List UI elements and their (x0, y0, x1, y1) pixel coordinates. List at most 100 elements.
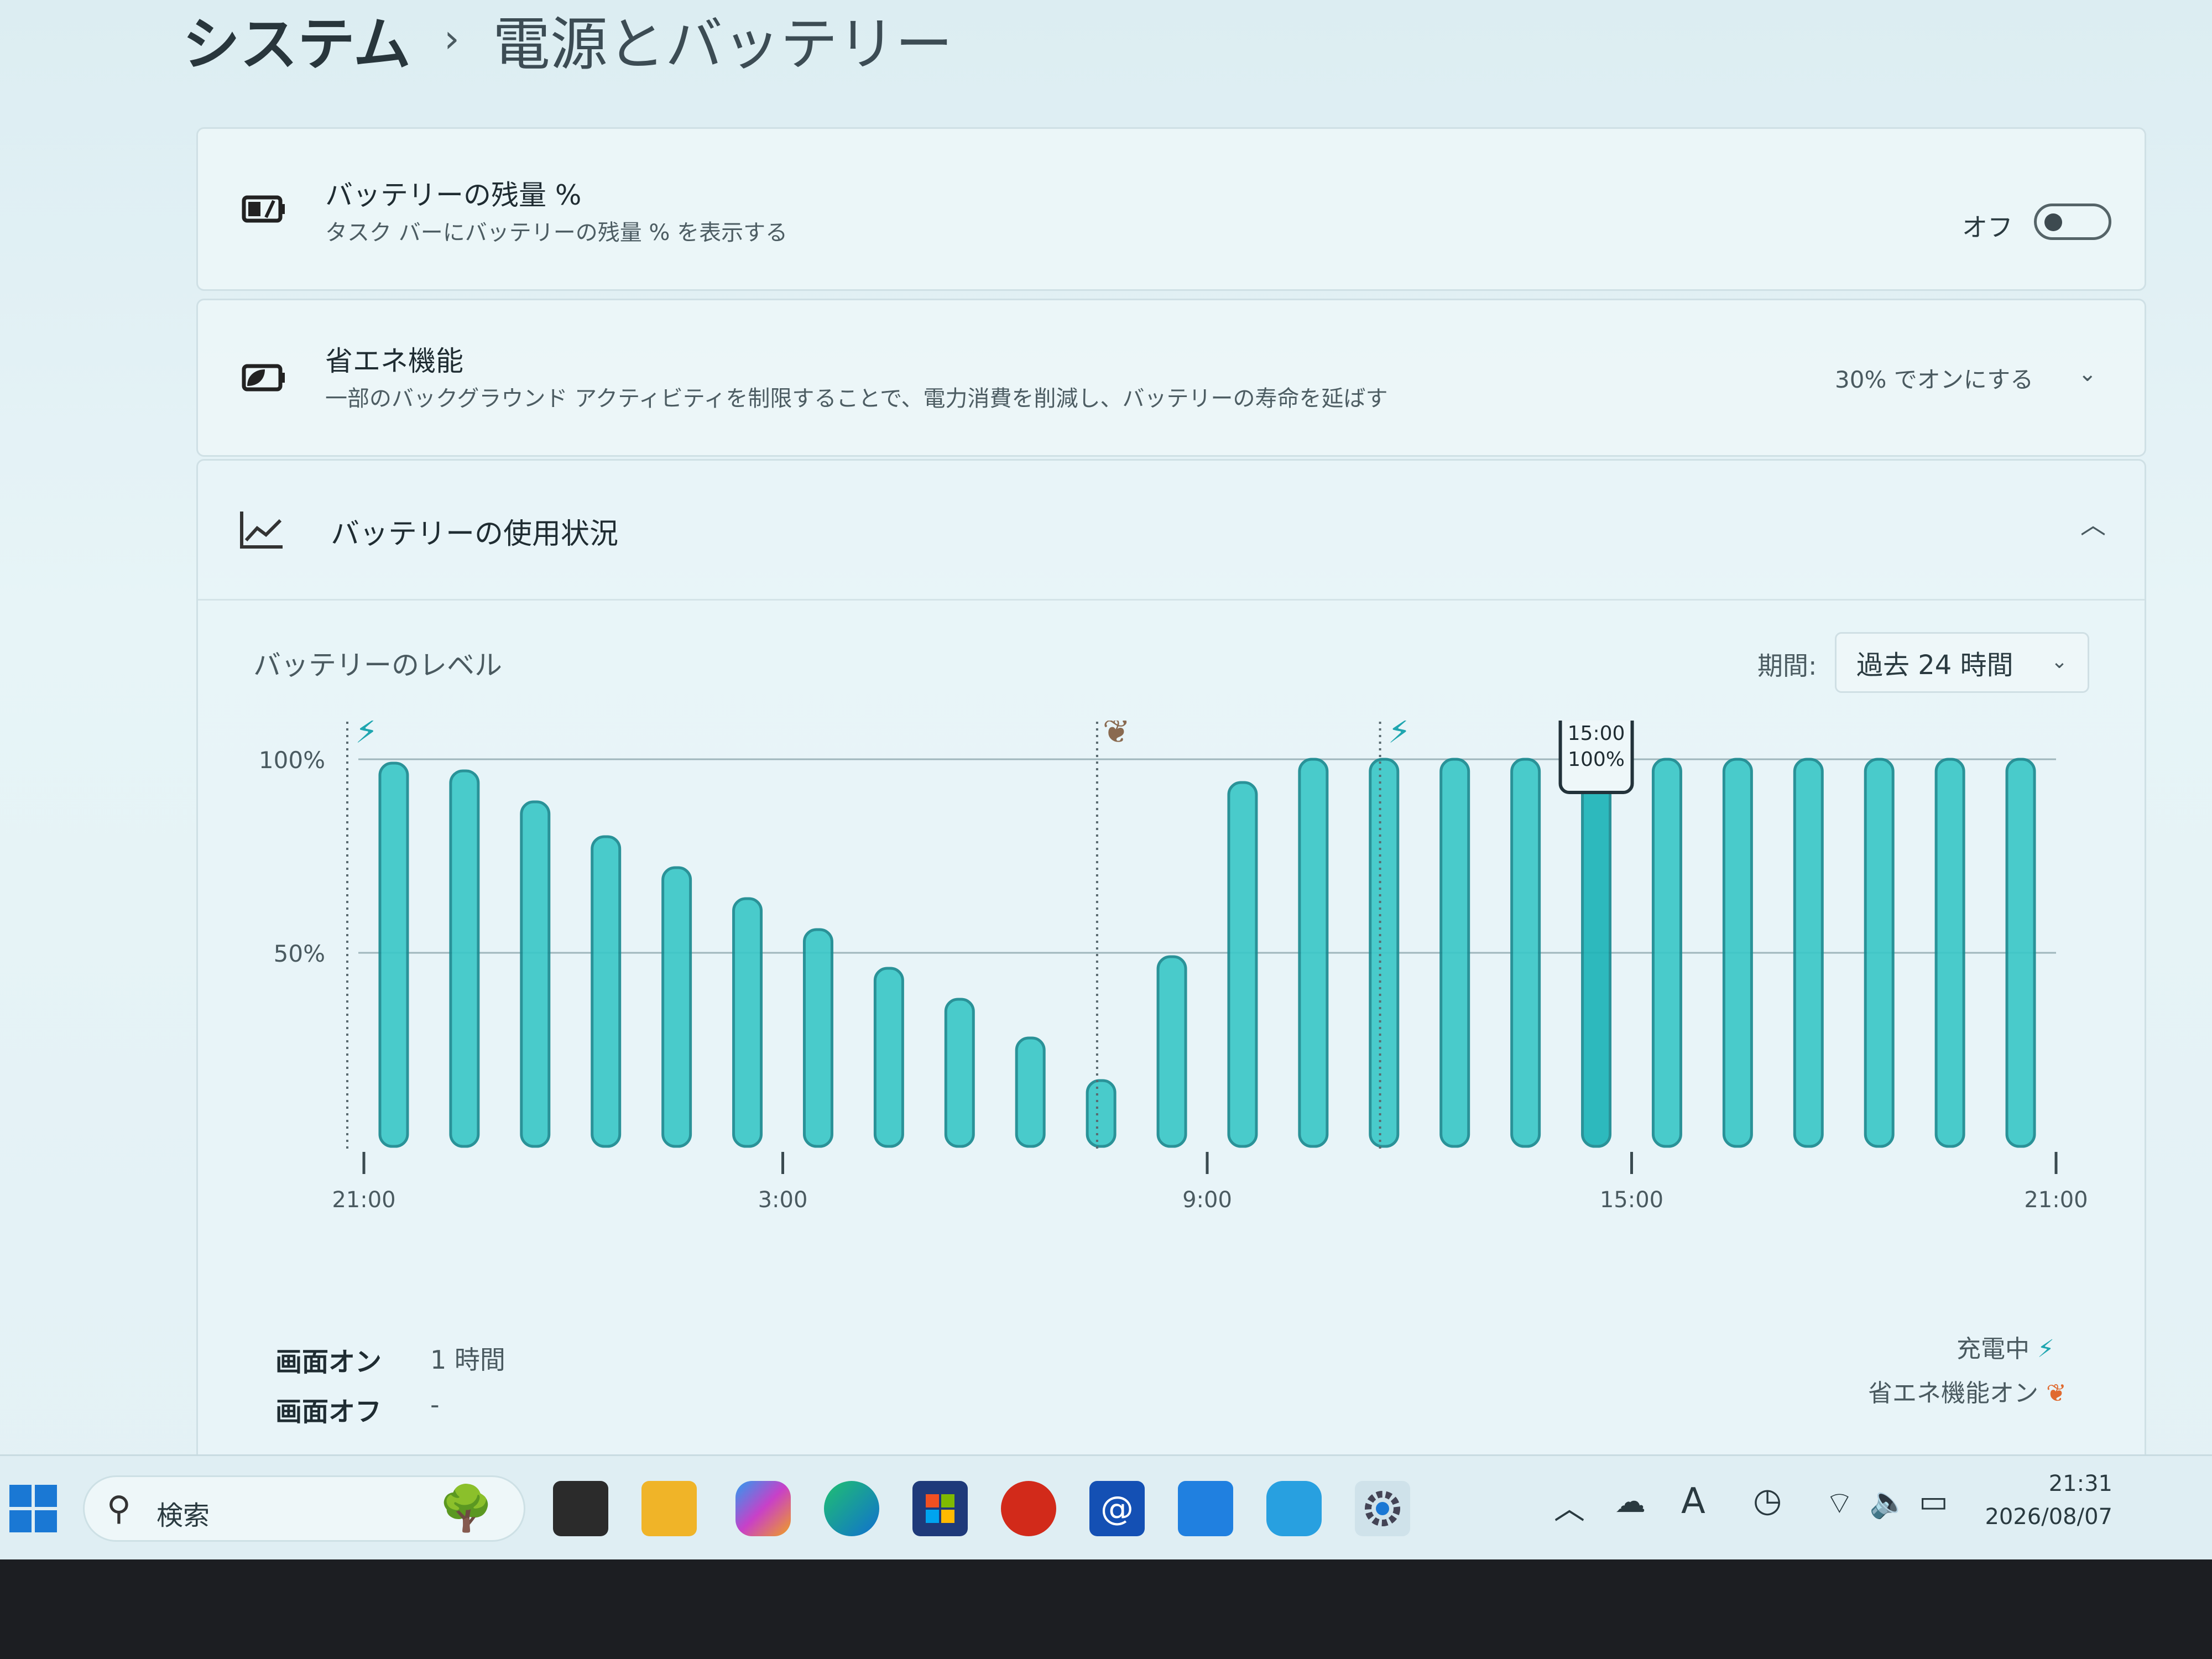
battery-bar (732, 897, 763, 1148)
x-tick-label: 9:00 (1182, 1187, 1232, 1213)
search-placeholder: 検索 (156, 1500, 210, 1531)
laptop-bezel (0, 1559, 2212, 1659)
volume-icon[interactable]: 🔈 (1869, 1484, 1908, 1520)
battery-icon[interactable]: ▭ (1919, 1484, 1948, 1520)
tray-overflow-icon[interactable]: ︿ (1554, 1484, 1585, 1528)
page-title: 電源とバッテリー (492, 10, 953, 78)
period-select[interactable]: 過去 24 時間 ⌄ (1835, 632, 2089, 693)
legend-charging: 充電中 ⚡ (1957, 1329, 2054, 1364)
legend-saver-label: 省エネ機能オン (1868, 1379, 2038, 1407)
battery-usage-header[interactable]: バッテリーの使用状況 ︿ (198, 461, 2145, 601)
battery-percent-description: タスク バーにバッテリーの残量 % を表示する (325, 220, 788, 246)
energy-saver-title: 省エネ機能 (325, 345, 463, 377)
battery-percent-icon (237, 181, 292, 237)
y-tick-label: 50% (274, 940, 325, 967)
copilot-icon[interactable] (735, 1481, 791, 1536)
battery-bar (591, 835, 622, 1148)
battery-usage-section: バッテリーの使用状況 ︿ バッテリーのレベル 期間: 過去 24 時間 ⌄ 10… (196, 459, 2146, 1469)
battery-bar (802, 928, 833, 1148)
battery-bar (1369, 758, 1400, 1148)
breadcrumb-parent[interactable]: システム (182, 0, 411, 81)
battery-bar (661, 866, 692, 1148)
battery-bar (944, 998, 975, 1148)
taskbar-search[interactable]: ⚲ 検索 🌳 (83, 1475, 525, 1542)
battery-bar (1581, 758, 1612, 1148)
y-tick-label: 100% (259, 747, 325, 774)
battery-bar (873, 967, 904, 1148)
ime-icon[interactable]: A (1681, 1481, 1705, 1522)
battery-bar (1086, 1079, 1117, 1148)
photos-icon[interactable] (1178, 1481, 1233, 1536)
wifi-icon[interactable]: ⌔ (1825, 1484, 1854, 1522)
chevron-down-icon: ⌄ (2051, 650, 2068, 673)
clock[interactable]: 21:31 2026/08/07 (1985, 1467, 2112, 1533)
charging-bolt-icon: ⚡ (2037, 1335, 2054, 1363)
battery-bar (1510, 758, 1541, 1148)
breadcrumb-separator: › (444, 16, 460, 61)
dev-preview-icon[interactable] (1266, 1481, 1322, 1536)
energy-saver-threshold[interactable]: 30% でオンにする (1835, 361, 2033, 395)
leaf-icon: ❦ (1103, 721, 1130, 751)
battery-level-chart: 100% 50% 21:00 3:00 9:00 15:00 21:00 ⚡ ❦ ⚡ 15:00… (259, 721, 2088, 1213)
settings-icon[interactable] (1355, 1481, 1410, 1536)
battery-bar (1651, 758, 1682, 1148)
battery-bar (1156, 955, 1187, 1148)
leaf-icon: ❦ (2046, 1379, 2067, 1407)
x-tick-label: 3:00 (758, 1187, 808, 1213)
energy-saver-description: 一部のバックグラウンド アクティビティを制限することで、電力消費を削減し、バッテ… (325, 386, 1388, 411)
battery-level-title: バッテリーのレベル (253, 649, 502, 681)
task-view-icon[interactable] (553, 1481, 608, 1536)
battery-bar (1439, 758, 1470, 1148)
battery-percent-card: バッテリーの残量 % タスク バーにバッテリーの残量 % を表示する オフ (196, 127, 2146, 291)
battery-bar (1015, 1036, 1046, 1148)
stat-screen-off-value: - (430, 1390, 440, 1420)
mail-icon[interactable]: @ (1089, 1481, 1145, 1536)
battery-bar (449, 769, 480, 1148)
battery-bar (1793, 758, 1824, 1148)
battery-bar (1864, 758, 1895, 1148)
charging-bolt-icon: ⚡ (1388, 721, 1411, 751)
battery-percent-title: バッテリーの残量 % (325, 179, 582, 211)
store-icon[interactable] (912, 1481, 968, 1536)
legend-saver: 省エネ機能オン ❦ (1868, 1373, 2067, 1408)
x-tick-label: 15:00 (1600, 1187, 1663, 1213)
focus-icon[interactable]: ◷ (1753, 1481, 1782, 1520)
battery-bar (2005, 758, 2036, 1148)
breadcrumb: システム › 電源とバッテリー (182, 0, 953, 78)
chevron-up-icon[interactable]: ︿ (2080, 505, 2106, 541)
period-value: 過去 24 時間 (1856, 650, 2013, 681)
toggle-knob (2044, 213, 2062, 231)
edge-icon[interactable] (824, 1481, 879, 1536)
settings-window: システム › 電源とバッテリー バッテリーの残量 % タスク バーにバッテリーの… (0, 0, 2212, 1526)
legend-charging-label: 充電中 (1957, 1335, 2030, 1363)
at-symbol-icon: @ (1100, 1489, 1134, 1528)
battery-bar (1227, 781, 1258, 1148)
taskbar: ⚲ 検索 🌳 @ ︿ ☁ A ◷ ⌔ 🔈 ▭ 21:31 2026/08/07 (0, 1454, 2212, 1561)
energy-saver-icon (237, 350, 292, 405)
stat-screen-off-label: 画面オフ (275, 1396, 382, 1427)
cloud-off-icon[interactable]: ☁ (1615, 1484, 1646, 1520)
start-icon[interactable] (6, 1481, 61, 1536)
file-explorer-icon[interactable] (641, 1481, 697, 1536)
clock-date: 2026/08/07 (1985, 1504, 2112, 1530)
stat-screen-on-value: 1 時間 (430, 1345, 505, 1375)
battery-bar (378, 761, 409, 1148)
chevron-down-icon[interactable]: ⌄ (2078, 361, 2097, 387)
tooltip-time: 15:00 (1568, 722, 1625, 745)
stat-screen-on-label: 画面オン (275, 1347, 382, 1378)
battery-usage-title: バッテリーの使用状況 (331, 518, 619, 551)
x-tick-label: 21:00 (332, 1187, 395, 1213)
energy-saver-card[interactable]: 省エネ機能 一部のバックグラウンド アクティビティを制限することで、電力消費を削… (196, 299, 2146, 457)
battery-bar (520, 800, 551, 1148)
x-tick-label: 21:00 (2024, 1187, 2088, 1213)
battery-bar (1934, 758, 1965, 1148)
battery-bar (1298, 758, 1329, 1148)
app-red-icon[interactable] (1001, 1481, 1056, 1536)
tooltip-value: 100% (1568, 748, 1625, 771)
clock-time: 21:31 (2048, 1471, 2112, 1496)
battery-bar (1722, 758, 1753, 1148)
battery-percent-toggle[interactable] (2034, 204, 2111, 240)
chart-line-icon (237, 505, 286, 555)
search-icon: ⚲ (107, 1489, 131, 1528)
tree-widget-icon: 🌳 (439, 1483, 494, 1534)
